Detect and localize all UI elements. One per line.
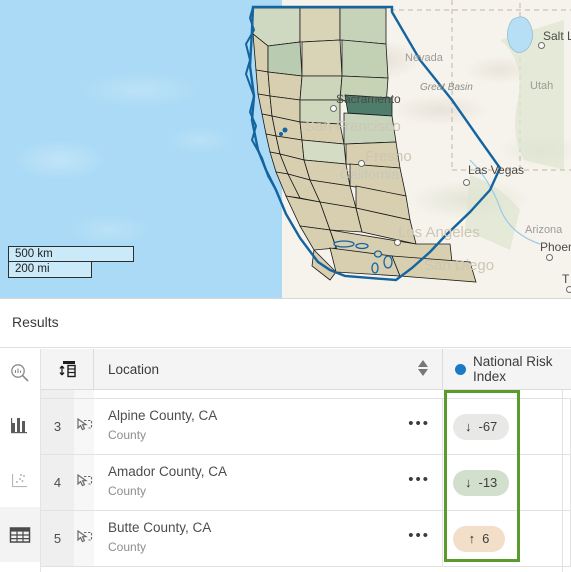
nri-cell: ↓ -13 [443,455,571,510]
location-cell[interactable]: Alpine County, CA County ••• [94,399,443,454]
location-type: County [108,428,147,442]
arrow-up-icon: ↑ [468,531,476,546]
location-cell[interactable]: Butte County, CA County ••• [94,511,443,566]
scatter-plot-icon [12,473,27,487]
nri-value: -67 [478,419,498,434]
city-dot-sacramento [330,105,337,112]
nri-cell: ↑ 6 [443,511,571,566]
results-table: Location National Risk Index 3 Alpine Co… [41,349,571,572]
column-header-national-risk-index[interactable]: National Risk Index [443,349,571,389]
rail-item-scatter-plot-icon[interactable] [0,452,40,507]
column-header-nri-label: National Risk Index [473,354,553,384]
row-select-feature-button[interactable] [74,455,94,510]
nri-value: 6 [482,531,490,546]
nri-cell: ↓ -67 [443,399,571,454]
table-row[interactable]: 3 Alpine County, CA County ••• ↓ -67 [41,399,571,455]
results-title: Results [12,314,59,330]
app-root: Sacramento San Francisco Fresno Californ… [0,0,571,572]
scale-bar-km: 500 km [8,246,134,262]
nri-value: -13 [478,475,498,490]
chevron-up-icon [418,360,428,367]
select-feature-icon [76,529,94,552]
rail-item-table-icon[interactable] [0,507,40,562]
select-feature-icon [76,417,94,440]
location-type: County [108,540,147,554]
row-options-menu-button[interactable]: ••• [408,472,430,487]
location-name: Amador County, CA [108,464,228,479]
row-options-menu-button[interactable]: ••• [408,416,430,431]
panel-tool-rail [0,349,41,572]
row-select-cell [74,390,94,398]
column-header-move-fields[interactable] [41,349,94,389]
row-number-cell [41,390,74,398]
table-row-partial[interactable] [41,390,571,399]
move-fields-icon [59,361,76,378]
location-type: County [108,484,147,498]
city-dot-los-angeles [394,239,401,246]
city-dot-phoenix [546,254,553,261]
chevron-down-icon [418,369,428,376]
results-panel-header: Results [0,298,571,348]
select-feature-icon [76,473,94,496]
row-number: 5 [41,511,74,566]
explore-icon [11,363,29,382]
column-header-location[interactable]: Location [94,349,443,389]
city-dot-tucson [566,286,571,293]
map-scale-bar: 500 km 200 mi [8,246,134,278]
row-select-feature-button[interactable] [74,399,94,454]
location-name: Alpine County, CA [108,408,218,423]
rail-item-bar-chart-icon[interactable] [0,397,40,452]
status-badge: ↓ -13 [453,469,510,496]
row-select-feature-button[interactable] [74,511,94,566]
bar-chart-icon [11,417,27,433]
city-dot-fresno [358,160,365,167]
row-number: 4 [41,455,74,510]
row-options-menu-button[interactable]: ••• [408,528,430,543]
nri-legend-dot-icon [455,363,466,375]
table-row[interactable]: 4 Amador County, CA County ••• ↓ -13 [41,455,571,511]
sort-toggle-location[interactable] [418,360,428,376]
arrow-down-icon: ↓ [465,419,472,434]
column-header-location-label: Location [108,361,160,377]
city-dot-salt-lake [538,42,545,49]
city-dot-las-vegas [463,179,470,186]
rail-item-explore-icon[interactable] [0,345,40,400]
arrow-down-icon: ↓ [465,475,472,490]
status-badge: ↓ -67 [453,413,510,440]
location-name: Butte County, CA [108,520,212,535]
map-view[interactable]: Sacramento San Francisco Fresno Californ… [0,0,571,298]
table-row[interactable]: 5 Butte County, CA County ••• ↑ 6 [41,511,571,567]
location-cell[interactable]: Amador County, CA County ••• [94,455,443,510]
scale-bar-mi: 200 mi [8,262,92,278]
row-number: 3 [41,399,74,454]
status-badge: ↑ 6 [453,525,505,552]
table-icon [9,526,31,543]
table-body: 3 Alpine County, CA County ••• ↓ -67 4 A… [41,390,571,572]
table-header-row: Location National Risk Index [41,349,571,390]
column-divider [562,390,563,572]
